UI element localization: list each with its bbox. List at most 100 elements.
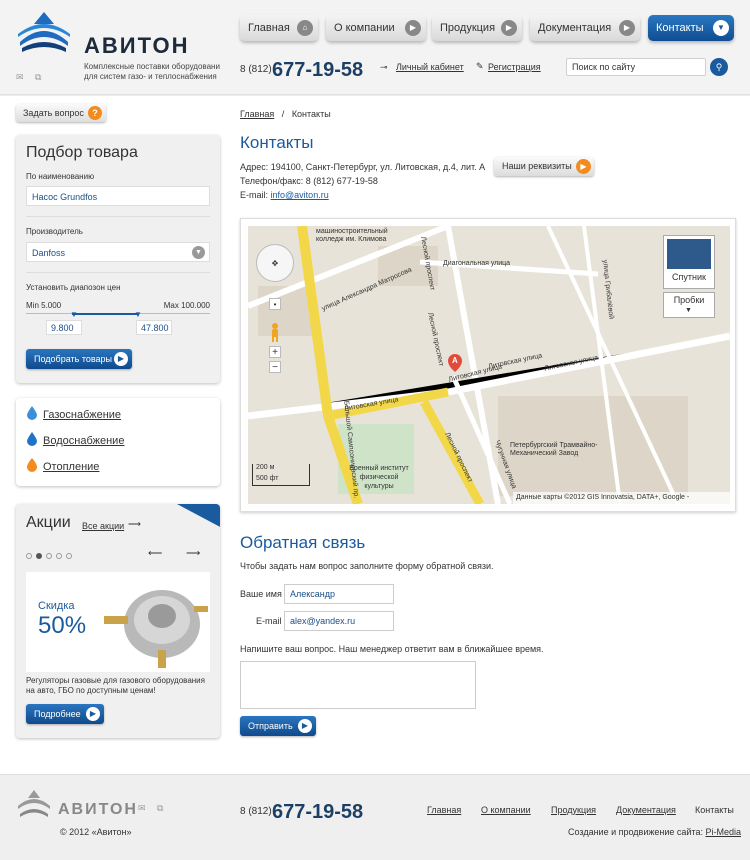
arrow-right-icon: ▶ (114, 352, 128, 366)
carousel-dots[interactable] (26, 551, 72, 561)
price-high-input[interactable]: 47.800 (136, 320, 172, 335)
footer-phone-code: 8 (812) (240, 806, 272, 817)
slider-handle-low[interactable]: ▼ (70, 310, 78, 319)
email-link[interactable]: info@aviton.ru (271, 190, 329, 200)
search-icon[interactable]: ⚲ (710, 58, 728, 76)
footer-link-home[interactable]: Главная (427, 805, 461, 815)
category-heating[interactable]: Отопление (43, 461, 99, 473)
tagline: Комплексные поставки оборудовани для сис… (84, 62, 220, 81)
zoom-out-icon[interactable]: − (269, 361, 281, 373)
carousel-dot[interactable] (36, 553, 42, 559)
map-label: Диагональная улица (443, 260, 511, 267)
logo-icon[interactable] (16, 10, 72, 54)
cabinet-link[interactable]: Личный кабинет (396, 62, 464, 72)
breadcrumb: Главная / Контакты (240, 109, 331, 119)
footer-link-products[interactable]: Продукция (551, 805, 596, 815)
mail-icon[interactable]: ✉ (16, 72, 24, 83)
requisites-button[interactable]: Наши реквизиты ▶ (494, 157, 594, 176)
email-input[interactable]: alex@yandex.ru (284, 611, 394, 631)
map-pan-control[interactable]: ✥ (256, 244, 294, 282)
max-label: Max 100.000 (163, 301, 210, 310)
nav-docs[interactable]: Документация ▶ (530, 15, 640, 41)
sitemap-icon[interactable]: ⧉ (35, 72, 41, 83)
credit-link[interactable]: Pi-Media (705, 827, 741, 837)
traffic-toggle[interactable]: Пробки ▼ (663, 292, 715, 318)
email-line: E-mail: info@aviton.ru (240, 190, 329, 200)
arrow-left-icon[interactable]: ⟵ (148, 548, 162, 559)
arrow-right-icon: ▶ (298, 719, 312, 733)
globe-thumbnail (667, 239, 711, 269)
water-drop-icon (27, 432, 37, 446)
page-title: Контакты (240, 133, 314, 152)
footer-link-contacts[interactable]: Контакты (695, 805, 734, 815)
send-button[interactable]: Отправить ▶ (240, 716, 316, 736)
footer-phone-number: 677-19-58 (272, 801, 364, 823)
register-link[interactable]: Регистрация (488, 62, 541, 72)
phone-number: 677-19-58 (272, 59, 364, 81)
pick-products-button[interactable]: Подобрать товары ▶ (26, 349, 132, 369)
arrow-right-icon: ▶ (576, 159, 591, 174)
copyright: © 2012 «Авитон» (60, 827, 132, 837)
promo-title: Акции (26, 514, 71, 531)
footer-link-docs[interactable]: Документация (616, 805, 676, 815)
pencil-icon: ✎ (476, 61, 484, 71)
nav-products[interactable]: Продукция ▶ (432, 15, 522, 41)
carousel-dot[interactable] (26, 553, 32, 559)
price-slider-range (72, 313, 138, 315)
map-label: Петербургский Трамвайно-Механический Зав… (510, 442, 598, 457)
gas-drop-icon (27, 406, 37, 420)
ask-question-button[interactable]: Задать вопрос ? (16, 104, 106, 122)
map-marker[interactable]: A (448, 354, 462, 372)
gas-regulator-image (104, 590, 208, 668)
discount-value: 50% (38, 612, 87, 639)
credit-line: Создание и продвижение сайта: Pi-Media (568, 827, 741, 837)
name-input[interactable]: Насос Grundfos (26, 186, 210, 206)
promo-description: Регуляторы газовые для газового оборудов… (26, 676, 205, 695)
discount-label: Скидка (38, 600, 75, 612)
all-promos-link[interactable]: Все акции (82, 521, 124, 531)
logo-wordmark[interactable]: АВИТОН (84, 33, 189, 59)
name-input[interactable]: Александр (284, 584, 394, 604)
slider-handle-high[interactable]: ▼ (134, 310, 142, 319)
category-gas[interactable]: Газоснабжение (43, 409, 121, 421)
footer-link-about[interactable]: О компании (481, 805, 531, 815)
sitemap-icon[interactable]: ⧉ (157, 803, 163, 814)
arrow-right-icon: ▶ (405, 20, 421, 36)
category-water[interactable]: Водоснабжение (43, 435, 124, 447)
address: Адрес: 194100, Санкт-Петербург, ул. Лито… (240, 162, 486, 172)
nav-about[interactable]: О компании ▶ (326, 15, 426, 41)
carousel-dot[interactable] (56, 553, 62, 559)
map-scale: 200 м 500 фт (252, 464, 310, 486)
mail-icon[interactable]: ✉ (138, 803, 146, 814)
nav-home[interactable]: Главная ⌂ (240, 15, 318, 41)
footer-logo-wordmark[interactable]: АВИТОН (58, 801, 138, 819)
pegman-icon[interactable] (269, 322, 281, 342)
breadcrumb-home[interactable]: Главная (240, 109, 274, 119)
name-label: Ваше имя (240, 589, 282, 599)
map[interactable]: машиностроительный колледж им. Климова у… (248, 226, 730, 504)
nav-contacts[interactable]: Контакты ▼ (648, 15, 734, 41)
promo-more-button[interactable]: Подробнее ▶ (26, 704, 104, 724)
picker-title: Подбор товара (26, 144, 138, 161)
price-label: Установить диапозон цен (26, 283, 121, 292)
arrow-right-icon[interactable]: ⟶ (186, 548, 200, 559)
zoom-in-icon[interactable]: + (269, 346, 281, 358)
flame-icon (27, 458, 37, 472)
carousel-dot[interactable] (66, 553, 72, 559)
min-label: Min 5.000 (26, 301, 62, 310)
question-textarea[interactable] (240, 661, 476, 709)
chevron-down-icon: ▼ (713, 20, 729, 36)
maker-select[interactable]: Danfoss ▼ (26, 242, 210, 262)
name-label: По наименованию (26, 172, 95, 181)
feedback-intro: Чтобы задать нам вопрос заполните форму … (240, 561, 494, 571)
search-input[interactable]: Поиск по сайту (566, 58, 706, 76)
satellite-toggle[interactable]: Спутник (663, 235, 715, 289)
price-low-input[interactable]: 9.800 (46, 320, 82, 335)
carousel-dot[interactable] (46, 553, 52, 559)
footer-logo-icon[interactable] (16, 788, 52, 818)
zoom-dot[interactable]: • (269, 298, 281, 310)
question-icon: ? (88, 106, 102, 120)
promo-image[interactable]: Скидка 50% (26, 572, 210, 672)
arrow-right-icon: ▶ (86, 707, 100, 721)
phone-fax: Телефон/факс: 8 (812) 677-19-58 (240, 176, 378, 186)
